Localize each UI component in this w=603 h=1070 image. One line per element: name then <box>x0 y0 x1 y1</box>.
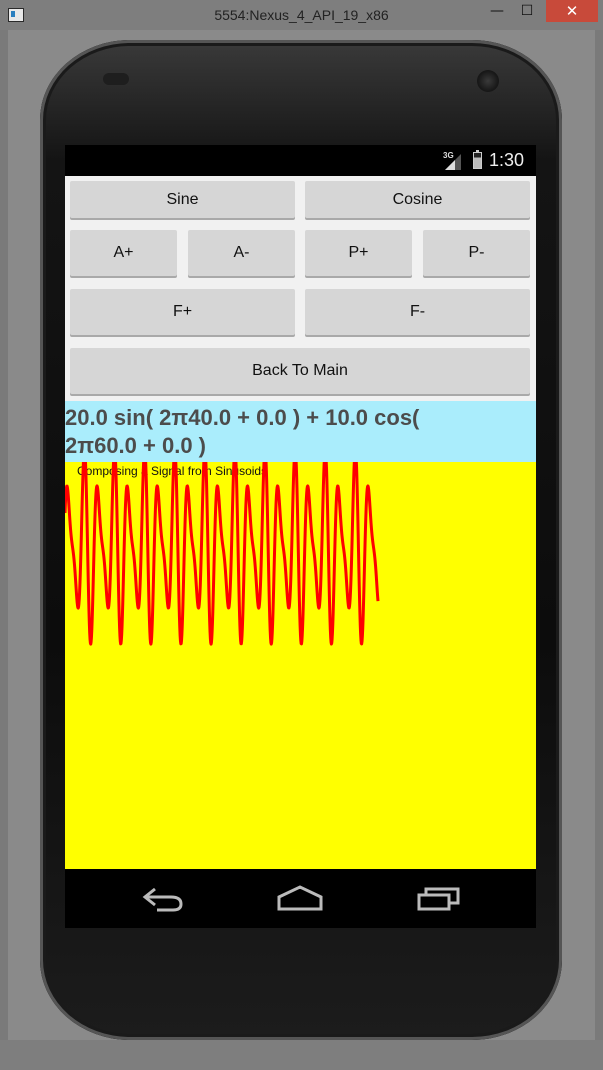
app-content: Sine Cosine A+ A- P+ P- F+ F- Back To Ma… <box>65 176 536 869</box>
window-title: 5554:Nexus_4_API_19_x86 <box>214 7 389 23</box>
amplitude-increase-button[interactable]: A+ <box>70 230 177 276</box>
amplitude-decrease-button[interactable]: A- <box>188 230 295 276</box>
status-bar: 3G 1:30 <box>65 145 536 176</box>
sine-button[interactable]: Sine <box>70 181 295 218</box>
navigation-bar <box>65 869 536 928</box>
formula-line-1: 20.0 sin( 2π40.0 + 0.0 ) + 10.0 cos( <box>65 405 420 430</box>
minimize-button[interactable]: — <box>484 0 510 22</box>
status-clock: 1:30 <box>489 150 525 170</box>
frequency-increase-button[interactable]: F+ <box>70 289 295 335</box>
home-icon[interactable] <box>276 883 324 913</box>
formula-line-2: 2π60.0 + 0.0 ) <box>65 433 206 458</box>
maximize-button[interactable]: ☐ <box>514 0 540 22</box>
cosine-button[interactable]: Cosine <box>305 181 530 218</box>
recent-apps-icon[interactable] <box>416 883 462 913</box>
signal-icon <box>445 154 461 170</box>
plot-canvas <box>65 462 380 646</box>
front-camera <box>477 70 499 92</box>
earpiece <box>103 73 129 85</box>
back-icon[interactable] <box>141 883 185 913</box>
phase-decrease-button[interactable]: P- <box>423 230 530 276</box>
formula-display: 20.0 sin( 2π40.0 + 0.0 ) + 10.0 cos( 2π6… <box>65 401 536 462</box>
phase-increase-button[interactable]: P+ <box>305 230 412 276</box>
phone-screen: 3G 1:30 Sine Cosine A+ A- P+ P- F+ F- Ba… <box>65 145 536 928</box>
battery-icon <box>473 150 482 169</box>
window-titlebar: 5554:Nexus_4_API_19_x86 — ☐ ✕ <box>0 0 603 30</box>
close-button[interactable]: ✕ <box>546 0 598 22</box>
signal-line <box>65 462 380 646</box>
signal-plot: Composing a Signal from Sinusoids <box>65 462 536 869</box>
back-to-main-button[interactable]: Back To Main <box>70 348 530 394</box>
frequency-decrease-button[interactable]: F- <box>305 289 530 335</box>
window-bottom-border <box>0 1040 603 1070</box>
